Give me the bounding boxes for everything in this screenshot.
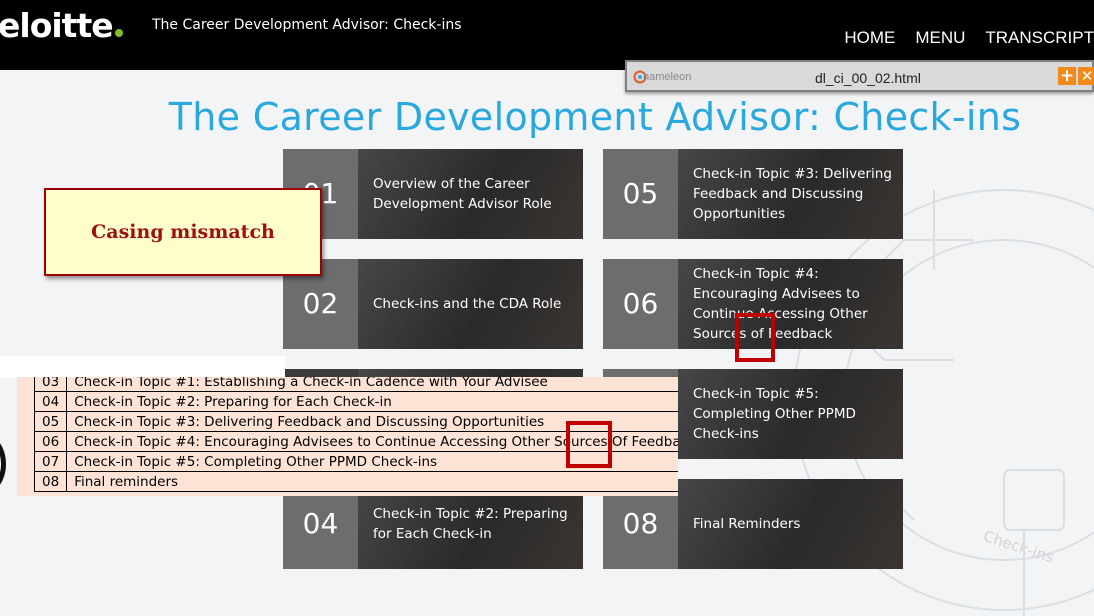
toc-num: 06 [33,431,68,452]
chameleon-filename: dl_ci_00_02.html [815,70,921,86]
top-nav: HOME MENU TRANSCRIPT [824,28,1094,48]
tile-number: 06 [603,259,678,349]
tile-01[interactable]: 01 Overview of the Career Development Ad… [283,149,583,239]
table-row: 08 Final reminders [33,471,678,492]
nav-menu[interactable]: MENU [915,28,965,48]
logo-green-dot [114,29,123,37]
circle-icon [0,433,6,495]
tile-05[interactable]: 05 Check-in Topic #3: Delivering Feedbac… [603,149,903,239]
highlight-box-tile [735,313,775,362]
toc-num: 03 [33,377,68,392]
tile-label: Check-in Topic #4: Encouraging Advisees … [693,266,868,342]
table-row: 03 Check-in Topic #1: Establishing a Chec… [33,377,678,392]
chameleon-logo: hameleon [633,68,703,86]
toc-title: Check-in Topic #1: Establishing a Check-… [66,377,678,392]
page-title: The Career Development Advisor: Check-in… [168,95,1022,139]
toc-title: Check-in Topic #2: Preparing for Each Ch… [66,391,678,412]
callout-text: Casing mismatch [91,221,275,243]
deloitte-logo[interactable]: eloitte [0,6,123,45]
white-strip [0,356,285,378]
logo-text: eloitte [0,6,114,45]
nav-home[interactable]: HOME [844,28,895,48]
toc-num: 08 [33,471,68,492]
tile-label: Check-ins and the CDA Role [373,296,562,312]
close-icon[interactable]: ✕ [1078,67,1094,85]
table-row: 04 Check-in Topic #2: Preparing for Each … [33,391,678,412]
toc-num: 04 [33,391,68,412]
plus-icon[interactable]: + [1058,67,1076,85]
toc-num: 05 [33,411,68,432]
chameleon-brand: hameleon [643,71,692,83]
tile-label: Overview of the Career Development Advis… [373,176,552,212]
toc-title: Final reminders [66,471,678,492]
highlight-box-table [566,421,612,468]
nav-transcript[interactable]: TRANSCRIPT [985,28,1094,48]
tile-label: Check-in Topic #3: Delivering Feedback a… [693,166,892,222]
tile-label: Check-in Topic #5: Completing Other PPMD… [693,386,856,442]
tile-number: 05 [603,149,678,239]
casing-mismatch-callout: Casing mismatch [44,188,322,276]
tile-02[interactable]: 02 Check-ins and the CDA Role [283,259,583,349]
chameleon-toolbar: hameleon dl_ci_00_02.html + ✕ [625,60,1094,92]
toc-num: 07 [33,451,68,472]
course-title: The Career Development Advisor: Check-in… [152,17,462,33]
decor-checkins-text: Check-ins [981,527,1056,567]
tile-label: Final Reminders [693,516,801,532]
